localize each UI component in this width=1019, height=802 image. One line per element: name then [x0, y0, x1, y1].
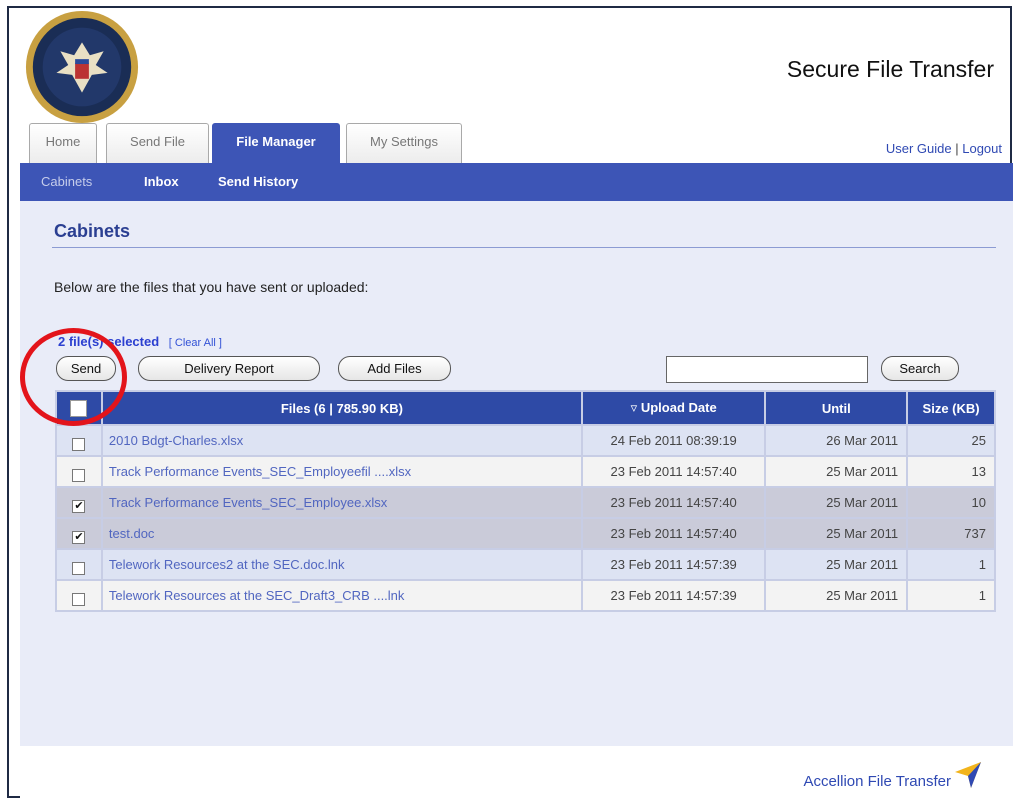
size-column-header[interactable]: Size (KB) — [906, 390, 996, 426]
select-all-header — [55, 390, 103, 426]
clear-all-link[interactable]: [ Clear All ] — [169, 337, 222, 349]
row-checkbox[interactable] — [72, 593, 86, 606]
file-size: 737 — [906, 517, 996, 550]
file-name[interactable]: test.doc — [100, 517, 583, 550]
file-size: 25 — [906, 424, 996, 457]
row-checkbox-checked[interactable]: ✔ — [72, 500, 86, 513]
table-row[interactable]: ✔ test.doc 23 Feb 2011 14:57:40 25 Mar 2… — [55, 517, 996, 550]
tab-send-file[interactable]: Send File — [106, 123, 209, 163]
until-date: 25 Mar 2011 — [764, 517, 909, 550]
until-date: 25 Mar 2011 — [764, 548, 909, 581]
row-checkbox[interactable] — [72, 438, 86, 451]
upload-date: 23 Feb 2011 14:57:40 — [580, 517, 767, 550]
top-links: User Guide | Logout — [886, 141, 1002, 156]
file-name[interactable]: 2010 Bdgt-Charles.xlsx — [100, 424, 583, 457]
row-checkbox-cell — [55, 579, 103, 612]
sub-navigation: Cabinets Inbox Send History — [20, 163, 1013, 201]
file-name[interactable]: Telework Resources at the SEC_Draft3_CRB… — [100, 579, 583, 612]
file-name[interactable]: Track Performance Events_SEC_Employeefil… — [100, 455, 583, 488]
app-title: Secure File Transfer — [786, 56, 994, 82]
selection-status: 2 file(s) selected [ Clear All ] — [58, 334, 222, 349]
agency-seal-icon — [25, 10, 139, 124]
table-row[interactable]: Telework Resources2 at the SEC.doc.lnk 2… — [55, 548, 996, 581]
sort-down-icon: ▿ — [630, 400, 638, 415]
link-separator: | — [955, 141, 959, 156]
footer: Accellion File Transfer — [20, 746, 1013, 798]
content-panel: Cabinets Below are the files that you ha… — [20, 201, 1013, 746]
send-button[interactable]: Send — [56, 356, 116, 381]
upload-date-column-header[interactable]: ▿ Upload Date — [580, 390, 767, 426]
page-title: Cabinets — [54, 221, 131, 241]
upload-date: 23 Feb 2011 14:57:39 — [580, 579, 767, 612]
file-name[interactable]: Telework Resources2 at the SEC.doc.lnk — [100, 548, 583, 581]
user-guide-link[interactable]: User Guide — [886, 141, 952, 156]
title-divider — [52, 247, 996, 248]
upload-date: 23 Feb 2011 14:57:40 — [580, 455, 767, 488]
table-row[interactable]: 2010 Bdgt-Charles.xlsx 24 Feb 2011 08:39… — [55, 424, 996, 457]
subnav-inbox[interactable]: Inbox — [144, 174, 179, 189]
upload-date-label: Upload Date — [640, 400, 717, 415]
tab-my-settings[interactable]: My Settings — [346, 123, 462, 163]
tab-file-manager[interactable]: File Manager — [212, 123, 340, 163]
search-input[interactable] — [666, 356, 868, 383]
add-files-button[interactable]: Add Files — [338, 356, 451, 381]
logout-link[interactable]: Logout — [962, 141, 1002, 156]
row-checkbox-cell — [55, 548, 103, 581]
row-checkbox-cell — [55, 455, 103, 488]
files-column-header[interactable]: Files (6 | 785.90 KB) — [100, 390, 583, 426]
search-button[interactable]: Search — [881, 356, 959, 381]
upload-date: 24 Feb 2011 08:39:19 — [580, 424, 767, 457]
delivery-report-button[interactable]: Delivery Report — [138, 356, 320, 381]
row-checkbox-cell — [55, 424, 103, 457]
file-size: 13 — [906, 455, 996, 488]
table-row[interactable]: ✔ Track Performance Events_SEC_Employee.… — [55, 486, 996, 519]
until-date: 25 Mar 2011 — [764, 455, 909, 488]
table-row[interactable]: Telework Resources at the SEC_Draft3_CRB… — [55, 579, 996, 612]
upload-date: 23 Feb 2011 14:57:39 — [580, 548, 767, 581]
until-column-header[interactable]: Until — [764, 390, 909, 426]
table-header-row: Files (6 | 785.90 KB) ▿ Upload Date Unti… — [55, 390, 996, 426]
until-date: 26 Mar 2011 — [764, 424, 909, 457]
until-date: 25 Mar 2011 — [764, 486, 909, 519]
tab-home[interactable]: Home — [29, 123, 97, 163]
table-row[interactable]: Track Performance Events_SEC_Employeefil… — [55, 455, 996, 488]
selected-count: 2 file(s) selected — [58, 334, 160, 349]
row-checkbox[interactable] — [72, 469, 86, 482]
row-checkbox-cell: ✔ — [55, 486, 103, 519]
accellion-arrow-icon — [955, 762, 981, 788]
row-checkbox[interactable] — [72, 562, 86, 575]
file-size: 10 — [906, 486, 996, 519]
footer-brand: Accellion File Transfer — [803, 773, 951, 790]
select-all-checkbox[interactable] — [70, 399, 88, 417]
subnav-cabinets[interactable]: Cabinets — [41, 174, 92, 189]
file-name[interactable]: Track Performance Events_SEC_Employee.xl… — [100, 486, 583, 519]
files-table: Files (6 | 785.90 KB) ▿ Upload Date Unti… — [55, 390, 996, 612]
browser-frame: Secure File Transfer Home Send File File… — [7, 6, 1013, 798]
row-checkbox-cell: ✔ — [55, 517, 103, 550]
file-size: 1 — [906, 548, 996, 581]
upload-date: 23 Feb 2011 14:57:40 — [580, 486, 767, 519]
until-date: 25 Mar 2011 — [764, 579, 909, 612]
row-checkbox-checked[interactable]: ✔ — [72, 531, 86, 544]
subnav-send-history[interactable]: Send History — [218, 174, 298, 189]
file-size: 1 — [906, 579, 996, 612]
intro-text: Below are the files that you have sent o… — [54, 279, 369, 295]
